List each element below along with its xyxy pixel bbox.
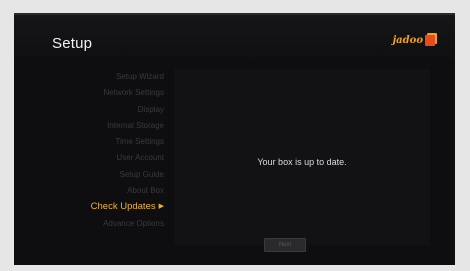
menu-item-about-box[interactable]: About Box	[66, 183, 166, 199]
menu-item-internal-storage[interactable]: Internal Storage	[66, 118, 166, 134]
page-title: Setup	[52, 35, 93, 52]
menu-item-label: Network Settings	[103, 88, 164, 98]
settings-menu: Setup Wizard Network Settings Display In…	[66, 69, 166, 232]
menu-item-label: Time Settings	[115, 137, 164, 147]
menu-item-setup-wizard[interactable]: Setup Wizard	[66, 69, 166, 85]
menu-item-label: Setup Wizard	[115, 72, 164, 81]
menu-item-label: Internal Storage	[107, 120, 164, 130]
tv-screen: Setup jadoo Setup Wizard Network Setting…	[14, 13, 455, 265]
menu-item-display[interactable]: Display	[66, 102, 166, 118]
menu-item-setup-guide[interactable]: Setup Guide	[66, 167, 166, 183]
menu-item-label: Display	[137, 104, 164, 114]
update-status-text: Your box is up to date.	[257, 157, 347, 167]
menu-item-user-account[interactable]: User Account	[66, 150, 166, 166]
header-bar: Setup jadoo	[14, 15, 455, 59]
next-button[interactable]: Next	[264, 238, 306, 252]
chevron-right-icon: ▶	[158, 203, 164, 211]
menu-item-label: Advance Options	[103, 218, 164, 228]
brand-logo-mark	[425, 35, 435, 46]
content-panel: Your box is up to date.	[174, 69, 430, 245]
menu-item-network-settings[interactable]: Network Settings	[66, 85, 166, 101]
menu-item-time-settings[interactable]: Time Settings	[66, 134, 166, 150]
brand-logo-text: jadoo	[392, 35, 423, 46]
menu-item-label: About Box	[127, 186, 164, 196]
menu-item-check-updates[interactable]: Check Updates ▶	[66, 199, 166, 215]
menu-item-label: Setup Guide	[119, 169, 164, 179]
menu-item-label: Check Updates	[90, 201, 156, 213]
menu-item-label: User Account	[116, 153, 164, 163]
brand-logo: jadoo	[393, 35, 435, 46]
menu-item-advance-options[interactable]: Advance Options	[66, 216, 166, 232]
